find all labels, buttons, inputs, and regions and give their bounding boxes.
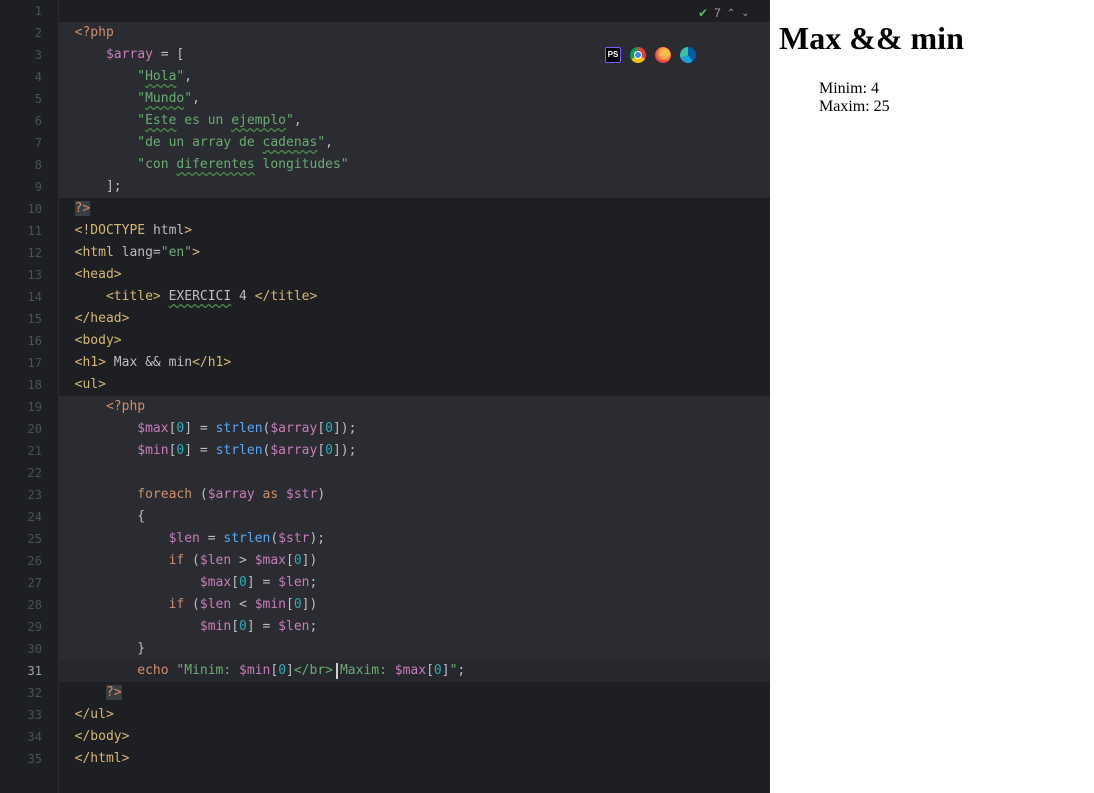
array-var: $array [105, 47, 153, 62]
line-number[interactable]: 7 [0, 132, 42, 154]
code-line-5[interactable]: "Mundo", [59, 88, 770, 110]
code-line-29[interactable]: $min[0] = $len; [59, 616, 770, 638]
inspection-widget[interactable]: ✔ 7 ⌃ ⌄ [698, 4, 750, 22]
line-number[interactable]: 19 [0, 396, 42, 418]
line-number[interactable]: 33 [0, 704, 42, 726]
code-line-6[interactable]: "Este es un ejemplo", [59, 110, 770, 132]
line-number[interactable]: 5 [0, 88, 42, 110]
php-open-tag-2: <?php [105, 399, 146, 414]
code-area[interactable]: <?php $array = [ "Hola", "Mundo", "Este … [59, 0, 770, 793]
string-mundo: "Mundo" [137, 91, 193, 106]
code-line-30[interactable]: } [59, 638, 770, 660]
inspection-count: 7 [714, 6, 721, 20]
php-open-tag: <?php [74, 25, 114, 40]
code-line-9[interactable]: ]; [59, 176, 770, 198]
line-number[interactable]: 21 [0, 440, 42, 462]
line-number[interactable]: 32 [0, 682, 42, 704]
edge-icon[interactable] [680, 47, 696, 63]
line-number[interactable]: 34 [0, 726, 42, 748]
line-number[interactable]: 12 [0, 242, 42, 264]
line-number[interactable]: 4 [0, 66, 42, 88]
line-number[interactable]: 31 [0, 660, 42, 682]
code-line-34[interactable]: </body> [59, 726, 770, 748]
code-editor[interactable]: 1 2 3 4 5 6 7 8 9 10 11 12 13 14 15 16 17 18 19 20 21 22 23 24 2… [0, 0, 770, 793]
code-line-19[interactable]: <?php [59, 396, 770, 418]
line-number-gutter: 1 2 3 4 5 6 7 8 9 10 11 12 13 14 15 16 17 18 19 20 21 22 23 24 2… [0, 0, 59, 793]
chrome-icon[interactable] [630, 47, 646, 63]
line-number[interactable]: 22 [0, 462, 42, 484]
php-close-tag: ?> [74, 201, 91, 216]
php-close-tag-2: ?> [105, 685, 122, 700]
line-number[interactable]: 24 [0, 506, 42, 528]
code-line-11[interactable]: <!DOCTYPE html> [59, 220, 770, 242]
chevron-up-icon[interactable]: ⌃ [727, 8, 735, 19]
code-line-21[interactable]: $min[0] = strlen($array[0]); [59, 440, 770, 462]
line-number[interactable]: 23 [0, 484, 42, 506]
output-minim: Minim: 4 [819, 80, 880, 97]
output-maxim: Maxim: 25 [819, 98, 890, 115]
code-line-4[interactable]: "Hola", [59, 66, 770, 88]
line-number[interactable]: 10 [0, 198, 42, 220]
line-number[interactable]: 13 [0, 264, 42, 286]
chevron-down-icon[interactable]: ⌄ [741, 8, 749, 19]
line-number[interactable]: 25 [0, 528, 42, 550]
line-number[interactable]: 35 [0, 748, 42, 770]
line-number[interactable]: 29 [0, 616, 42, 638]
code-line-31[interactable]: echo "Minim: $min[0]</br> Maxim: $max[0]"… [59, 660, 770, 682]
code-line-10[interactable]: ?> [59, 198, 770, 220]
code-line-2[interactable]: <?php [59, 22, 770, 44]
code-line-15[interactable]: </head> [59, 308, 770, 330]
line-number[interactable]: 17 [0, 352, 42, 374]
line-number[interactable]: 16 [0, 330, 42, 352]
code-line-12[interactable]: <html lang="en"> [59, 242, 770, 264]
string-hola: "Hola" [137, 69, 185, 84]
code-line-35[interactable]: </html> [59, 748, 770, 770]
line-number[interactable]: 27 [0, 572, 42, 594]
code-line-13[interactable]: <head> [59, 264, 770, 286]
line-number[interactable]: 15 [0, 308, 42, 330]
check-icon: ✔ [698, 6, 709, 20]
line-number[interactable]: 8 [0, 154, 42, 176]
string-cadenas: "de un array de cadenas" [137, 135, 326, 150]
firefox-icon[interactable] [655, 47, 671, 63]
code-line-8[interactable]: "con diferentes longitudes" [59, 154, 770, 176]
code-line-17[interactable]: <h1> Max && min</h1> [59, 352, 770, 374]
line-number[interactable]: 9 [0, 176, 42, 198]
browser-preview: Max && min Minim: 4 Maxim: 25 [771, 0, 1094, 793]
code-line-25[interactable]: $len = strlen($str); [59, 528, 770, 550]
code-line-24[interactable]: { [59, 506, 770, 528]
string-longitudes: "con diferentes longitudes" [137, 157, 349, 172]
page-heading: Max && min [779, 20, 964, 56]
line-number[interactable]: 6 [0, 110, 42, 132]
code-line-14[interactable]: <title> EXERCICI 4 </title> [59, 286, 770, 308]
code-line-18[interactable]: <ul> [59, 374, 770, 396]
browser-preview-icons: PS [605, 47, 696, 63]
text-caret [335, 662, 338, 679]
code-line-28[interactable]: if ($len < $min[0]) [59, 594, 770, 616]
line-number[interactable]: 30 [0, 638, 42, 660]
code-line-33[interactable]: </ul> [59, 704, 770, 726]
code-line-16[interactable]: <body> [59, 330, 770, 352]
line-number[interactable]: 18 [0, 374, 42, 396]
line-number[interactable]: 28 [0, 594, 42, 616]
output-list: Minim: 4 Maxim: 25 [819, 80, 890, 116]
code-line-26[interactable]: if ($len > $max[0]) [59, 550, 770, 572]
line-number[interactable]: 1 [0, 0, 42, 22]
code-line-27[interactable]: $max[0] = $len; [59, 572, 770, 594]
line-number[interactable]: 20 [0, 418, 42, 440]
code-line-7[interactable]: "de un array de cadenas", [59, 132, 770, 154]
line-number[interactable]: 3 [0, 44, 42, 66]
code-line-20[interactable]: $max[0] = strlen($array[0]); [59, 418, 770, 440]
line-number[interactable]: 2 [0, 22, 42, 44]
string-ejemplo: "Este es un ejemplo" [137, 113, 294, 128]
code-line-32[interactable]: ?> [59, 682, 770, 704]
line-number[interactable]: 14 [0, 286, 42, 308]
line-number[interactable]: 26 [0, 550, 42, 572]
line-number[interactable]: 11 [0, 220, 42, 242]
code-line-23[interactable]: foreach ($array as $str) [59, 484, 770, 506]
code-line-22[interactable] [59, 462, 770, 484]
phpstorm-icon[interactable]: PS [605, 47, 621, 63]
